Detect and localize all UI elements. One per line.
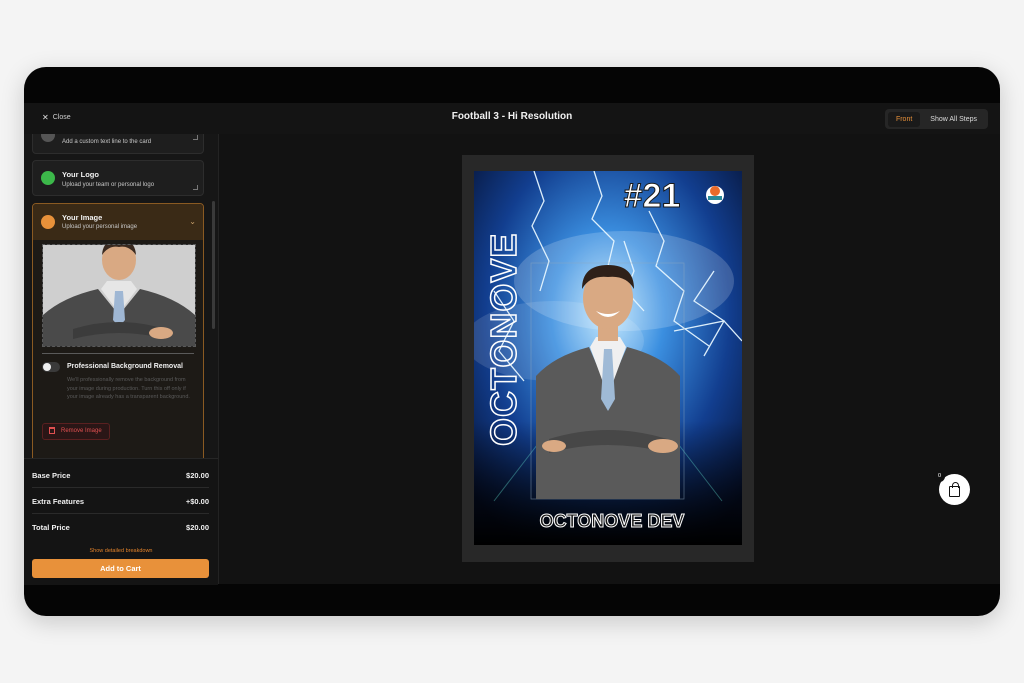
add-to-cart-button[interactable]: Add to Cart [32,559,209,578]
step-title: Your Logo [62,170,99,179]
step-your-logo[interactable]: Your Logo Upload your team or personal l… [32,160,204,196]
pricing-summary: Base Price $20.00 Extra Features +$0.00 … [24,458,218,585]
step-header[interactable]: Your Image Upload your personal image ⌄ [33,204,203,240]
extra-features-value: +$0.00 [185,496,209,506]
step-custom-text[interactable]: Add a custom text line to the card [32,134,204,154]
uploaded-image-preview[interactable] [42,244,196,347]
step-your-image: Your Image Upload your personal image ⌄ [32,203,204,458]
extra-features-label: Extra Features [32,496,85,506]
card-artwork: #21 OCTONOVE OCTONOVE DEV [474,171,742,545]
step-status-icon [41,215,55,229]
front-view-button[interactable]: Front [887,111,921,127]
chevron-down-icon: ⌄ [189,217,196,226]
divider [42,353,194,354]
step-subtitle: Add a custom text line to the card [62,139,152,145]
background-removal-label: Professional Background Removal [67,363,183,370]
show-all-steps-button[interactable]: Show All Steps [922,112,985,127]
view-toggle: Front Show All Steps [884,109,988,129]
app-window: ✕ Close Football 3 - Hi Resolution Front… [24,67,1000,616]
total-price-label: Total Price [32,522,70,532]
card-preview-area: #21 OCTONOVE OCTONOVE DEV [219,134,1000,584]
steps-list: Add a custom text line to the card Your … [24,134,218,458]
detailed-breakdown-link[interactable]: Show detailed breakdown [24,548,218,554]
remove-image-button[interactable]: Remove Image [42,423,110,440]
background-removal-help: We'll professionally remove the backgrou… [67,377,190,400]
base-price-value: $20.00 [186,470,209,480]
top-bar: ✕ Close Football 3 - Hi Resolution Front… [24,103,1000,135]
background-removal-toggle[interactable] [42,362,60,372]
card-frame: #21 OCTONOVE OCTONOVE DEV [462,155,754,562]
trash-icon [49,427,55,434]
steps-sidebar: Add a custom text line to the card Your … [24,134,219,585]
card-designer: ✕ Close Football 3 - Hi Resolution Front… [24,103,1000,585]
step-title: Your Image [62,213,103,222]
sidebar-scrollbar[interactable] [212,201,215,329]
step-status-icon [41,134,55,142]
businessman-thumbnail [43,245,195,346]
step-subtitle: Upload your team or personal logo [62,182,155,188]
base-price-label: Base Price [32,470,71,480]
card-number: #21 [624,177,681,215]
expand-icon [193,135,198,140]
extra-features-row: Extra Features +$0.00 [32,489,209,514]
remove-image-label: Remove Image [61,428,102,434]
shopping-bag-icon [949,481,960,497]
step-status-icon [41,171,55,185]
team-logo-icon [706,186,724,204]
bottom-name: OCTONOVE DEV [540,511,685,531]
total-price-row: Total Price $20.00 [32,515,209,539]
page-title: Football 3 - Hi Resolution [451,111,573,122]
total-price-value: $20.00 [186,522,209,532]
expand-icon [193,185,198,190]
trading-card-front[interactable]: #21 OCTONOVE OCTONOVE DEV [474,171,742,545]
base-price-row: Base Price $20.00 [32,463,209,488]
step-subtitle: Upload your personal image [62,224,138,230]
vertical-name: OCTONOVE [483,233,524,446]
cart-count-badge: 0 [934,471,945,482]
